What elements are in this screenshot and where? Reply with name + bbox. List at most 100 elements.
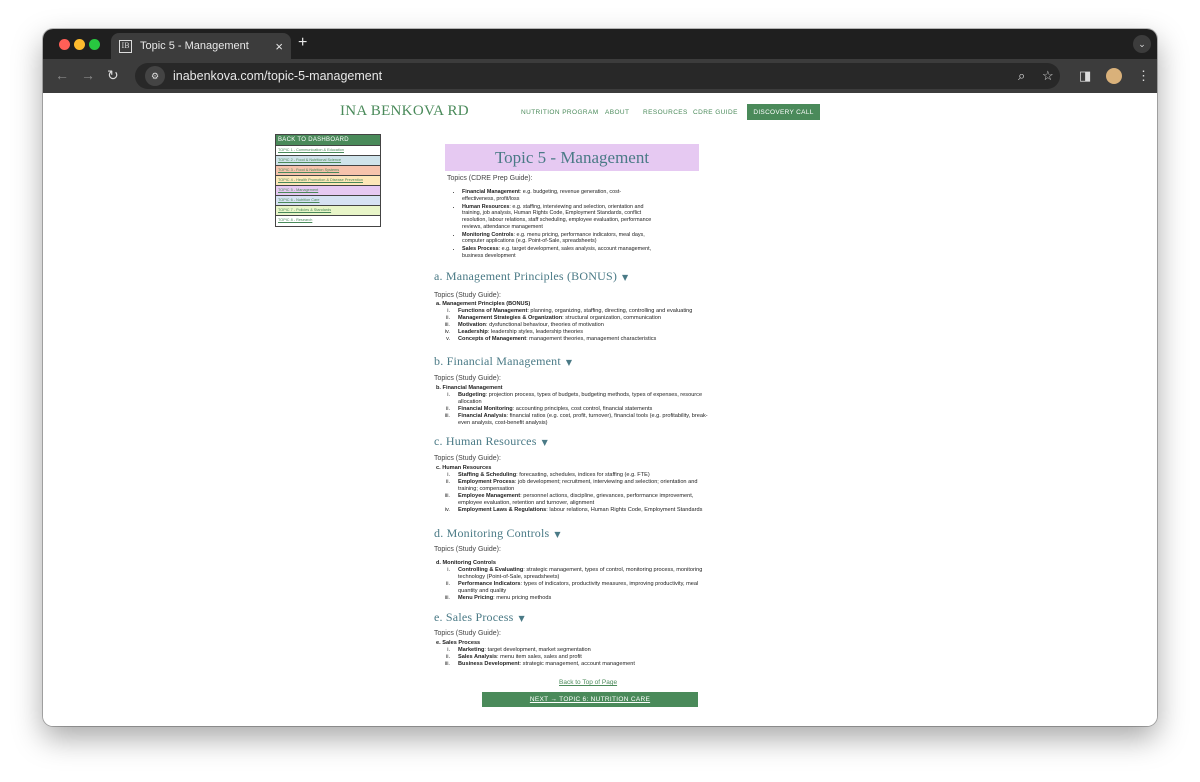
study-guide-item: ii. Employment Process: job development; … (436, 479, 708, 493)
study-guide-subheading: d. Monitoring Controls (436, 560, 496, 566)
zoom-icon[interactable]: ⌕ (1018, 68, 1025, 84)
sidebar-topic-link[interactable]: TOPIC 1 - Communication & Education (276, 146, 380, 156)
cdre-topic-name: Sales Process (462, 246, 499, 252)
item-title: Marketing (458, 646, 485, 653)
section-heading-text: b. Financial Management (434, 354, 561, 368)
tab-title: Topic 5 - Management (140, 40, 249, 52)
item-numeral: i. (447, 646, 450, 653)
discovery-call-button[interactable]: DISCOVERY CALL (747, 104, 820, 120)
address-bar[interactable]: ⚙ inabenkova.com/topic-5-management (135, 63, 1060, 89)
url-text[interactable]: inabenkova.com/topic-5-management (173, 69, 1050, 83)
item-description: : dysfunctional behaviour, theories of m… (485, 321, 604, 328)
item-numeral: v. (446, 335, 450, 342)
item-numeral: iii. (444, 321, 450, 328)
next-topic-button[interactable]: NEXT → TOPIC 6: NUTRITION CARE (482, 692, 698, 707)
side-panel-icon[interactable]: ◨ (1079, 68, 1091, 84)
expand-caret-icon[interactable]: ▼ (566, 358, 572, 367)
cdre-topic-name: Human Resources (462, 203, 510, 210)
profile-avatar[interactable] (1106, 68, 1122, 84)
item-description: : menu pricing methods (493, 594, 552, 601)
section-heading[interactable]: c. Human Resources ▼ (434, 434, 548, 449)
item-description: : structural organization, communication (562, 314, 662, 321)
site-info-icon[interactable]: ⚙ (145, 66, 165, 86)
more-menu-icon[interactable]: ⋮ (1137, 68, 1150, 84)
study-guide-caption: Topics (Study Guide): (434, 375, 501, 382)
nav-cdre-guide[interactable]: CDRE GUIDE (693, 109, 738, 116)
item-description: : leadership styles, leadership theories (487, 328, 583, 335)
item-numeral: i. (447, 307, 450, 314)
item-description: : projection process, types of budgets, … (458, 391, 703, 405)
tab-search-icon[interactable]: ⌄ (1133, 35, 1151, 53)
item-numeral: ii. (445, 405, 450, 412)
nav-resources[interactable]: RESOURCES (643, 109, 688, 116)
expand-caret-icon[interactable]: ▼ (554, 530, 560, 539)
item-title: Business Development (458, 660, 520, 667)
item-title: Performance Indicators (458, 580, 521, 587)
section-heading[interactable]: a. Management Principles (BONUS) ▼ (434, 269, 628, 284)
item-numeral: iii. (444, 594, 450, 601)
sidebar-topic-link[interactable]: TOPIC 6 - Nutrition Care (276, 196, 380, 206)
sidebar-topic-link[interactable]: TOPIC 2 - Food & Nutritional Science (276, 156, 380, 166)
study-guide-item: iii. Motivation: dysfunctional behaviour,… (436, 322, 708, 329)
study-guide-item: i. Staffing & Scheduling: forecasting, sc… (436, 472, 708, 479)
study-guide-list: e. Sales Process i. Marketing: target deve… (436, 640, 708, 668)
back-to-dashboard-link[interactable]: BACK TO DASHBOARD (276, 135, 380, 146)
item-title: Financial Monitoring (458, 405, 513, 412)
study-guide-item: ii. Sales Analysis: menu item sales, sale… (436, 654, 708, 661)
page-content: INA BENKOVA RD NUTRITION PROGRAM ABOUT R… (43, 93, 1157, 726)
item-description: : planning, organizing, staffing, direct… (527, 307, 693, 314)
study-guide-item: i. Marketing: target development, market … (436, 647, 708, 654)
study-guide-item: iv. Leadership: leadership styles, leader… (436, 329, 708, 336)
item-numeral: iii. (444, 412, 450, 419)
close-window-button[interactable] (59, 39, 70, 50)
study-guide-caption: Topics (Study Guide): (434, 546, 501, 553)
page-title: Topic 5 - Management (445, 144, 699, 171)
item-title: Concepts of Management (458, 335, 527, 342)
forward-icon[interactable]: → (81, 67, 95, 83)
item-description: : target development, market segmentatio… (484, 646, 591, 653)
item-numeral: i. (447, 471, 450, 478)
item-title: Employee Management (458, 492, 521, 499)
close-tab-icon[interactable]: × (275, 39, 283, 54)
nav-about[interactable]: ABOUT (605, 109, 629, 116)
item-numeral: i. (447, 391, 450, 398)
item-numeral: ii. (445, 653, 450, 660)
minimize-window-button[interactable] (74, 39, 85, 50)
sidebar-topic-link[interactable]: TOPIC 5 - Management (276, 186, 380, 196)
study-guide-subheading: b. Financial Management (436, 385, 503, 391)
study-guide-item: i. Controlling & Evaluating: strategic ma… (436, 567, 708, 581)
study-guide-item: v. Concepts of Management: management the… (436, 336, 708, 343)
cdre-topic-item: Monitoring Controls: e.g. menu pricing, … (462, 232, 652, 246)
section-heading[interactable]: b. Financial Management ▼ (434, 354, 572, 369)
sidebar-topic-link[interactable]: TOPIC 7 - Policies & Standards (276, 206, 380, 216)
cdre-topic-item: Human Resources: e.g. staffing, intervie… (462, 204, 652, 231)
item-description: : accounting principles, cost control, f… (512, 405, 653, 412)
new-tab-icon[interactable]: + (298, 34, 307, 52)
expand-caret-icon[interactable]: ▼ (542, 438, 548, 447)
item-title: Sales Analysis (458, 653, 497, 660)
sidebar-topic-link[interactable]: TOPIC 4 - Health Promotion & Disease Pre… (276, 176, 380, 186)
section-heading[interactable]: d. Monitoring Controls ▼ (434, 526, 561, 541)
active-tab[interactable]: IB Topic 5 - Management × (111, 33, 291, 59)
study-guide-item: iii. Employee Management: personnel actio… (436, 493, 708, 507)
sidebar-topic-link[interactable]: TOPIC 8 - Research (276, 216, 380, 226)
back-to-top-link[interactable]: Back to Top of Page (559, 679, 617, 686)
dashboard-sidebar: BACK TO DASHBOARD TOPIC 1 - Communicatio… (275, 134, 381, 227)
site-brand[interactable]: INA BENKOVA RD (340, 103, 469, 120)
item-title: Employment Process (458, 478, 515, 485)
item-title: Employment Laws & Regulations (458, 506, 547, 513)
back-icon[interactable]: ← (55, 67, 69, 83)
nav-nutrition-program[interactable]: NUTRITION PROGRAM (521, 109, 599, 116)
sidebar-topic-link[interactable]: TOPIC 3 - Food & Nutrition Systems (276, 166, 380, 176)
item-numeral: iii. (444, 492, 450, 499)
item-description: : menu item sales, sales and profit (496, 653, 582, 660)
reload-icon[interactable]: ↻ (107, 67, 119, 84)
maximize-window-button[interactable] (89, 39, 100, 50)
item-title: Functions of Management (458, 307, 528, 314)
expand-caret-icon[interactable]: ▼ (519, 614, 525, 623)
bookmark-star-icon[interactable]: ☆ (1042, 68, 1054, 84)
item-title: Menu Pricing (458, 594, 494, 601)
expand-caret-icon[interactable]: ▼ (622, 273, 628, 282)
browser-toolbar: ← → ↻ ⚙ inabenkova.com/topic-5-managemen… (43, 59, 1157, 93)
section-heading[interactable]: e. Sales Process ▼ (434, 610, 525, 625)
